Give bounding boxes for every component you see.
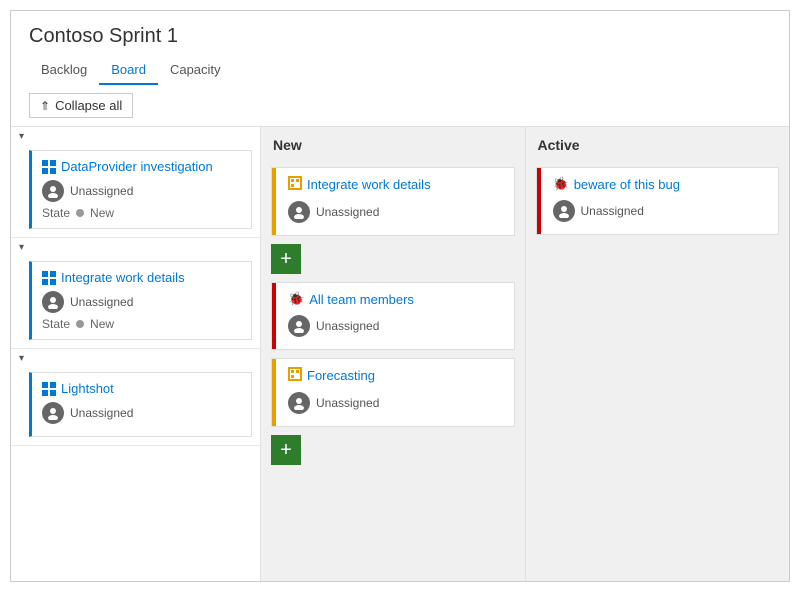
state-value-2: New (90, 317, 114, 331)
sidebar-group-header-2[interactable]: ▾ (11, 238, 260, 257)
state-dot-1 (76, 209, 84, 217)
story-icon-1 (288, 176, 302, 193)
board-card-forecasting[interactable]: Forecasting Unassigned (271, 358, 515, 427)
story-icon-2 (288, 367, 302, 384)
collapse-arrow-icon: ⇑ (40, 99, 50, 113)
sidebar-group-header-1[interactable]: ▾ (11, 127, 260, 146)
task-icon-2 (42, 271, 56, 285)
triangle-icon-1: ▾ (19, 131, 24, 142)
task-icon-3 (42, 382, 56, 396)
card-assignee-bug: Unassigned (581, 204, 644, 218)
card-avatar-1 (288, 201, 310, 223)
toolbar: ⇑ Collapse all (11, 85, 789, 127)
plus-icon-2: + (280, 439, 292, 462)
bug-icon-1: 🐞 (288, 291, 304, 307)
col-header-active: Active (526, 127, 790, 161)
bug-icon-2: 🐞 (553, 176, 569, 192)
board-card-bug[interactable]: 🐞 beware of this bug Unassigned (536, 167, 780, 235)
card-bar-yellow-1 (272, 168, 276, 235)
card-assignee-allteam: Unassigned (316, 319, 379, 333)
col-body-active: 🐞 beware of this bug Unassigned (526, 161, 790, 581)
avatar-3 (42, 402, 64, 424)
tab-capacity[interactable]: Capacity (158, 56, 233, 85)
sidebar-card-3: Lightshot Unassigned (29, 372, 252, 437)
sidebar-group-2: ▾ Integrate work details (11, 238, 260, 349)
sidebar-card-2: Integrate work details Unassigned State (29, 261, 252, 340)
state-value-1: New (90, 206, 114, 220)
card-assignee-forecasting: Unassigned (316, 396, 379, 410)
avatar-2 (42, 291, 64, 313)
sidebar-item-title-2: Integrate work details (61, 270, 185, 285)
board-card-title-forecasting: Forecasting (282, 367, 504, 384)
sidebar-group-header-3[interactable]: ▾ (11, 349, 260, 368)
tab-board[interactable]: Board (99, 56, 158, 85)
sidebar-state-row-1: State New (42, 206, 241, 220)
card-user-row-allteam: Unassigned (282, 315, 504, 337)
sidebar-state-row-2: State New (42, 317, 241, 331)
board-area: ▾ DataProvider investigation (11, 127, 789, 581)
plus-icon-1: + (280, 248, 292, 271)
triangle-icon-3: ▾ (19, 353, 24, 364)
card-avatar-forecasting (288, 392, 310, 414)
sidebar-card-title-1: DataProvider investigation (42, 159, 241, 174)
sidebar: ▾ DataProvider investigation (11, 127, 261, 581)
sidebar-user-row-1: Unassigned (42, 180, 241, 202)
sidebar-card-1: DataProvider investigation Unassigned St… (29, 150, 252, 229)
board-card-title-integrate: Integrate work details (282, 176, 504, 193)
tab-backlog[interactable]: Backlog (29, 56, 99, 85)
col-header-new: New (261, 127, 525, 161)
board-card-title-bug: 🐞 beware of this bug (547, 176, 769, 192)
state-dot-2 (76, 320, 84, 328)
board-card-integrate[interactable]: Integrate work details Unassigned (271, 167, 515, 236)
sidebar-item-title-3: Lightshot (61, 381, 114, 396)
card-user-row-1: Unassigned (282, 201, 504, 223)
collapse-all-label: Collapse all (55, 98, 122, 113)
card-bar-red-1 (272, 283, 276, 349)
sidebar-group-3: ▾ Lightshot (11, 349, 260, 446)
sidebar-user-row-3: Unassigned (42, 402, 241, 424)
card-bar-red-2 (537, 168, 541, 234)
page-title: Contoso Sprint 1 (29, 25, 771, 48)
card-avatar-bug (553, 200, 575, 222)
board-card-title-allteam: 🐞 All team members (282, 291, 504, 307)
triangle-icon-2: ▾ (19, 242, 24, 253)
sidebar-user-row-2: Unassigned (42, 291, 241, 313)
card-title-1: Integrate work details (307, 177, 431, 192)
state-label-2: State (42, 317, 70, 331)
nav-tabs: Backlog Board Capacity (29, 56, 771, 85)
card-avatar-allteam (288, 315, 310, 337)
state-label-1: State (42, 206, 70, 220)
add-card-button-2[interactable]: + (271, 435, 301, 465)
sidebar-assignee-1: Unassigned (70, 184, 133, 198)
avatar-1 (42, 180, 64, 202)
sidebar-card-title-2: Integrate work details (42, 270, 241, 285)
board-columns: New (261, 127, 789, 581)
sidebar-group-1: ▾ DataProvider investigation (11, 127, 260, 238)
card-title-forecasting: Forecasting (307, 368, 375, 383)
card-assignee-1: Unassigned (316, 205, 379, 219)
col-body-new: Integrate work details Unassigned (261, 161, 525, 581)
board-col-new: New (261, 127, 526, 581)
sidebar-card-title-3: Lightshot (42, 381, 241, 396)
sidebar-assignee-3: Unassigned (70, 406, 133, 420)
task-icon-1 (42, 160, 56, 174)
card-title-bug: beware of this bug (574, 177, 680, 192)
card-user-row-bug: Unassigned (547, 200, 769, 222)
card-user-row-forecasting: Unassigned (282, 392, 504, 414)
add-card-button-1[interactable]: + (271, 244, 301, 274)
card-bar-yellow-2 (272, 359, 276, 426)
board-card-allteam[interactable]: 🐞 All team members Unassigned (271, 282, 515, 350)
board-col-active: Active 🐞 beware of this bug (526, 127, 790, 581)
sidebar-item-title-1: DataProvider investigation (61, 159, 213, 174)
sidebar-assignee-2: Unassigned (70, 295, 133, 309)
card-title-allteam: All team members (309, 292, 414, 307)
collapse-all-button[interactable]: ⇑ Collapse all (29, 93, 133, 118)
